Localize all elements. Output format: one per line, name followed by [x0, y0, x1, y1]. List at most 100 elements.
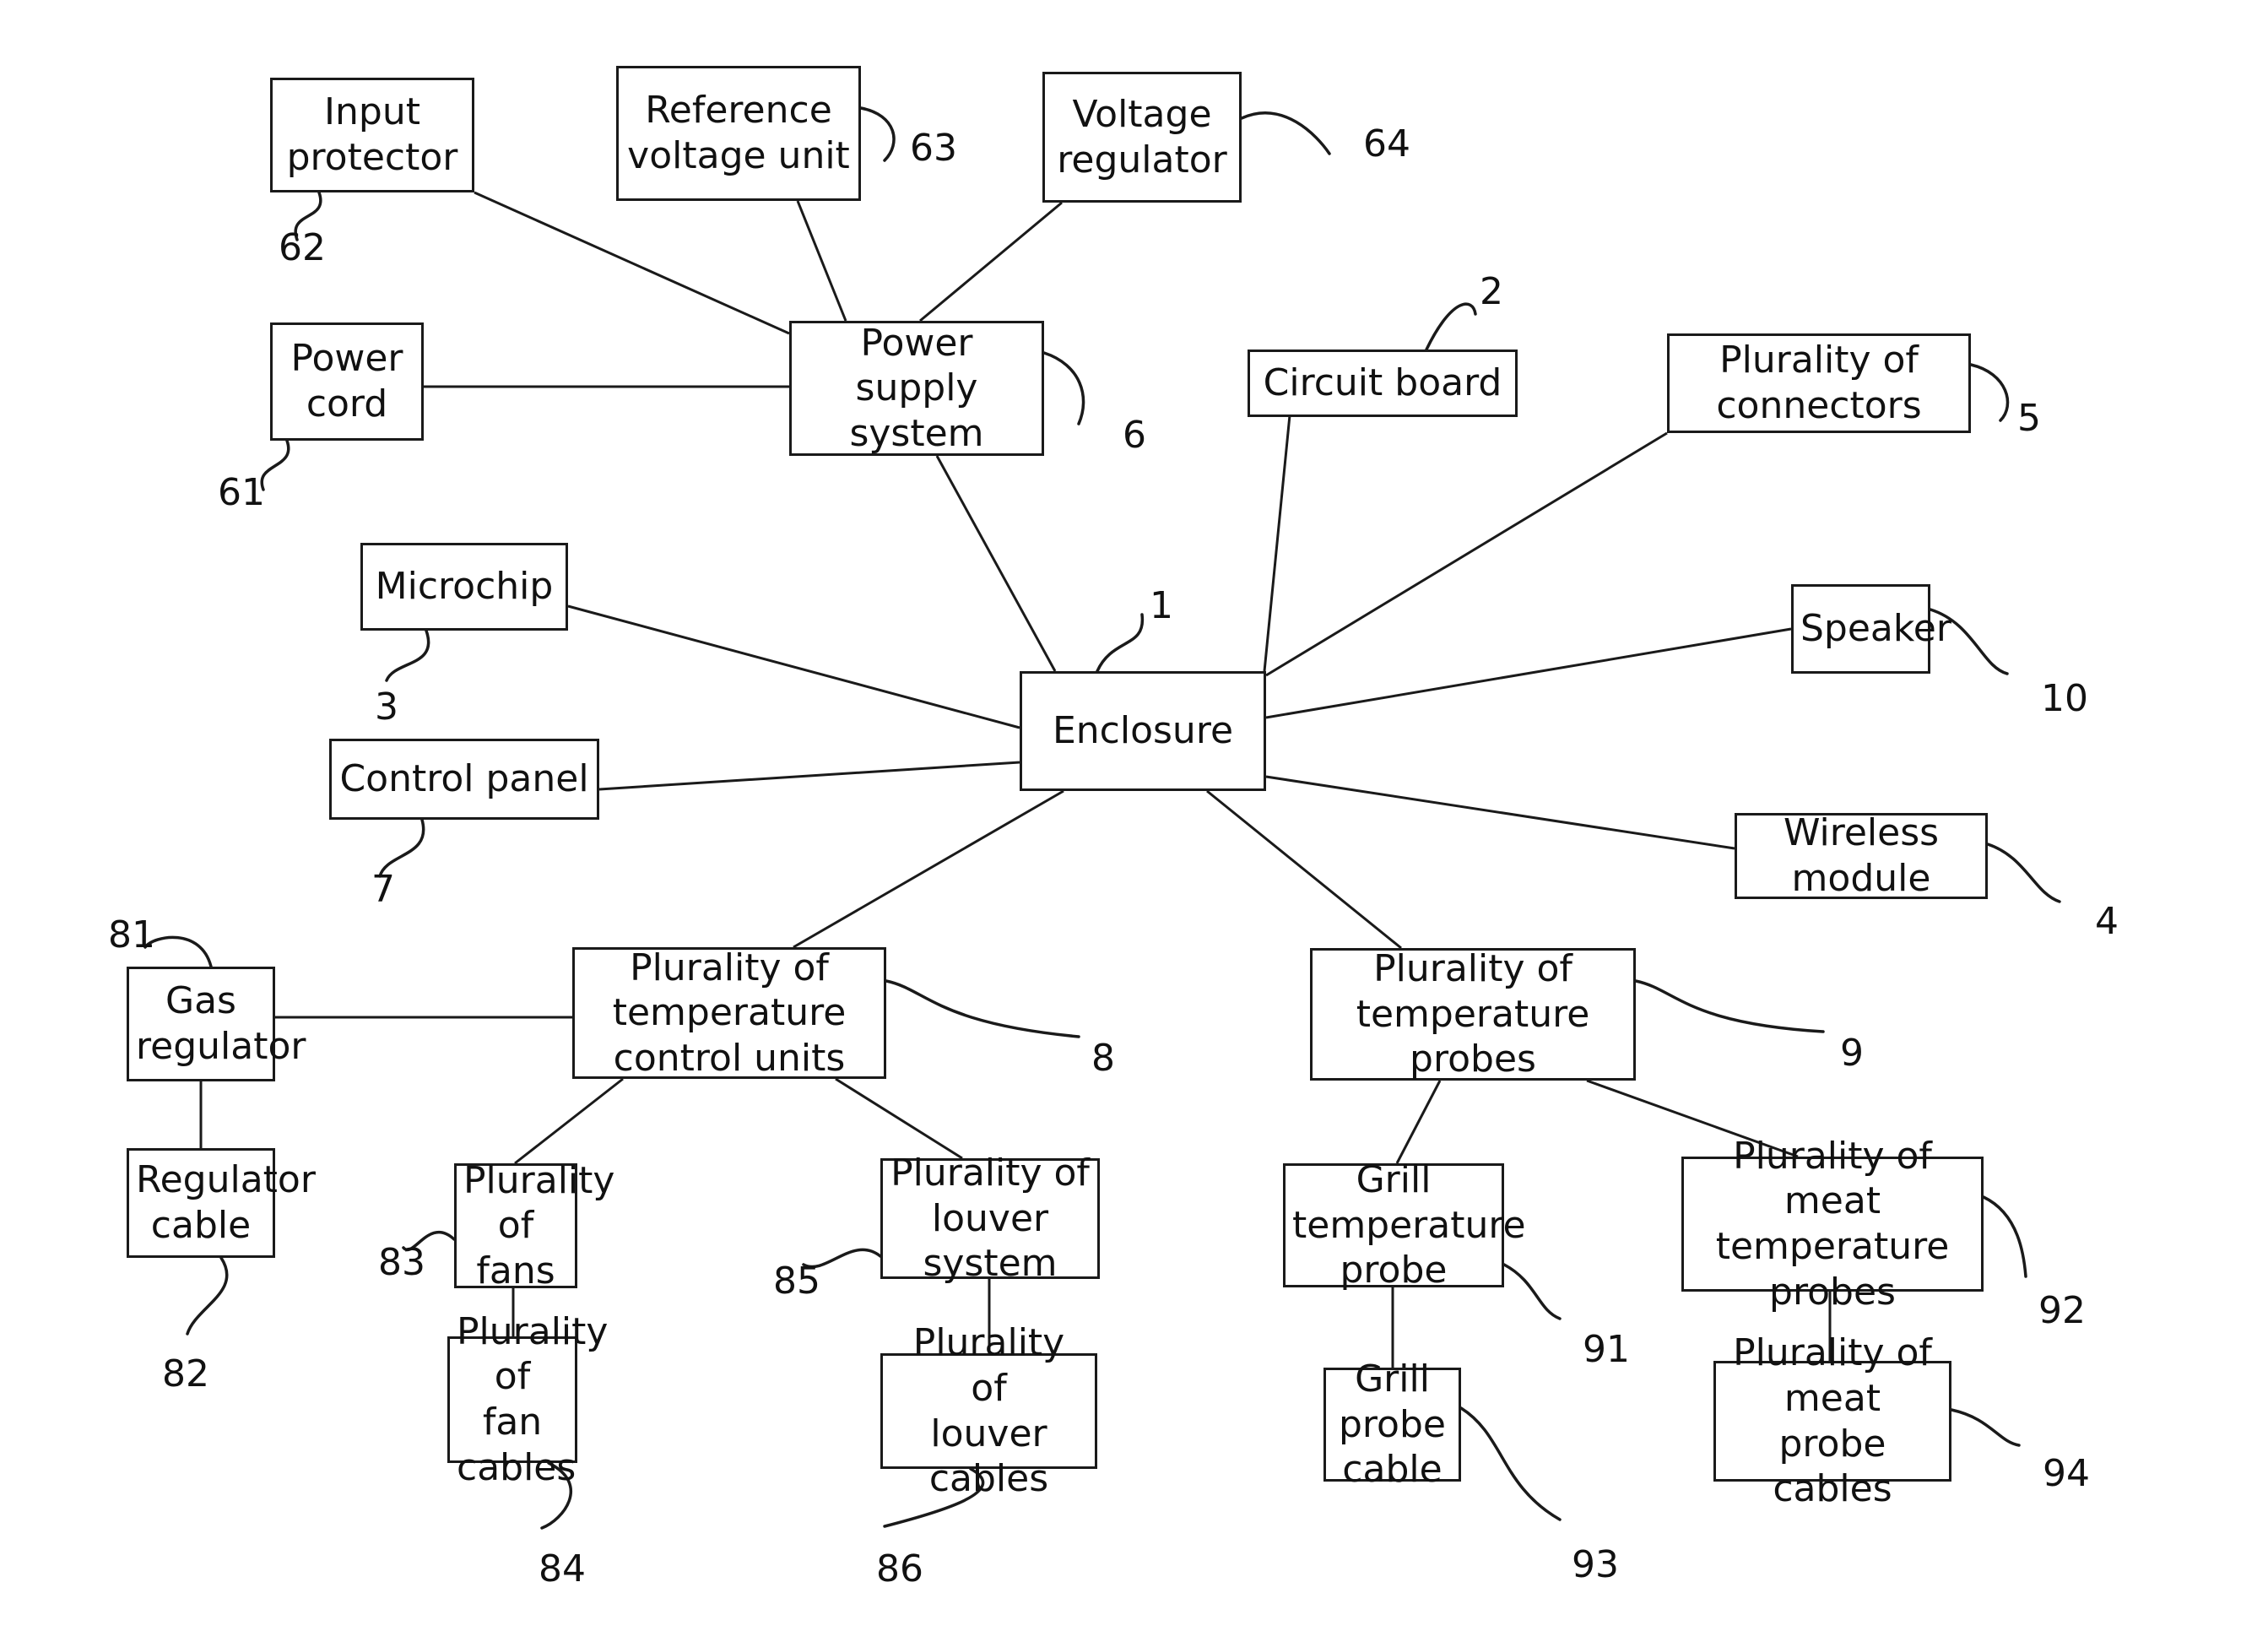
- connector-voltage_regulator-to-power_supply_system: [919, 201, 1063, 322]
- leader-line-4: [1986, 843, 2061, 903]
- reference-number-93: 93: [1572, 1543, 1619, 1586]
- connector-microchip-to-enclosure: [567, 604, 1020, 729]
- block-fan_cables: Plurality of fan cables: [447, 1310, 608, 1489]
- reference-number-2: 2: [1480, 270, 1503, 313]
- connector-wireless_module-to-enclosure: [1265, 775, 1735, 850]
- reference-number-81: 81: [108, 913, 155, 956]
- leader-line-8: [885, 979, 1080, 1038]
- block-label-meat_temp_probes: Plurality of meat temperature probes: [1715, 1134, 1950, 1314]
- block-label-enclosure: Enclosure: [1052, 709, 1234, 753]
- block-temp_control_units: Plurality of temperature control units: [572, 946, 886, 1080]
- block-label-reference_voltage: Reference voltage unit: [627, 89, 850, 177]
- reference-number-86: 86: [876, 1547, 923, 1590]
- block-microchip: Microchip: [360, 543, 568, 631]
- block-gas_regulator: Gas regulator: [127, 967, 306, 1081]
- block-regulator_cable: Regulator cable: [127, 1148, 316, 1258]
- block-label-grill_probe_cable: Grill probe cable: [1339, 1357, 1446, 1492]
- reference-number-91: 91: [1583, 1328, 1630, 1371]
- connector-temp_control_units-to-louver_system: [835, 1077, 963, 1160]
- reference-number-6: 6: [1123, 414, 1146, 457]
- block-plurality_connectors: Plurality of connectors: [1667, 333, 1971, 433]
- reference-number-62: 62: [279, 226, 326, 269]
- connector-temp_probes-to-grill_temp_probe: [1395, 1080, 1442, 1164]
- reference-number-7: 7: [371, 868, 395, 911]
- connector-circuit_board-to-enclosure: [1263, 415, 1291, 672]
- leader-line-82: [186, 1256, 229, 1336]
- reference-number-4: 4: [2095, 900, 2119, 943]
- block-reference_voltage: Reference voltage unit: [616, 66, 861, 201]
- block-grill_temp_probe: Grill temperature probe: [1283, 1158, 1526, 1292]
- block-label-power_cord: Power cord: [290, 337, 403, 425]
- connector-speaker-to-enclosure: [1265, 627, 1792, 719]
- reference-number-3: 3: [375, 685, 398, 729]
- block-meat_probe_cables: Plurality of meat probe cables: [1713, 1331, 1951, 1510]
- reference-number-83: 83: [378, 1241, 425, 1284]
- block-label-voltage_regulator: Voltage regulator: [1057, 92, 1227, 182]
- reference-number-8: 8: [1091, 1037, 1115, 1080]
- block-label-louver_cables: Plurality of louver cables: [912, 1321, 1065, 1501]
- leader-line-2: [1425, 302, 1477, 351]
- reference-number-84: 84: [539, 1547, 586, 1590]
- leader-line-61: [260, 439, 290, 491]
- patent-figure-canvas: Input protector Reference voltage unit Vol…: [0, 0, 2268, 1631]
- leader-line-93: [1459, 1406, 1562, 1521]
- connector-temp_control_units-to-enclosure: [793, 789, 1064, 949]
- connector-reference_voltage-to-power_supply_system: [796, 200, 847, 322]
- block-label-wireless_module: Wireless module: [1783, 811, 1940, 900]
- block-label-speaker: Speaker: [1800, 607, 1951, 651]
- reference-number-5: 5: [2017, 397, 2041, 440]
- block-meat_temp_probes: Plurality of meat temperature probes: [1681, 1135, 1984, 1314]
- block-grill_probe_cable: Grill probe cable: [1323, 1357, 1461, 1491]
- leader-line-5: [1969, 363, 2010, 422]
- block-label-meat_probe_cables: Plurality of meat probe cables: [1733, 1331, 1932, 1511]
- leader-line-1: [1096, 613, 1145, 673]
- reference-number-61: 61: [218, 471, 265, 514]
- connector-control_panel-to-enclosure: [598, 761, 1020, 791]
- block-control_panel: Control panel: [329, 739, 599, 820]
- block-label-control_panel: Control panel: [339, 757, 589, 801]
- block-input_protector: Input protector: [270, 78, 474, 192]
- block-louver_cables: Plurality of louver cables: [880, 1321, 1097, 1500]
- block-label-grill_temp_probe: Grill temperature probe: [1292, 1158, 1526, 1292]
- connector-temp_probes-to-enclosure: [1206, 789, 1402, 950]
- block-louver_system: Plurality of louver system: [880, 1151, 1100, 1285]
- block-power_supply_system: Power supply system: [789, 321, 1044, 456]
- block-label-fan_cables: Plurality of fan cables: [457, 1309, 609, 1489]
- block-circuit_board: Circuit board: [1248, 350, 1518, 417]
- reference-number-94: 94: [2043, 1452, 2090, 1495]
- block-label-temp_probes: Plurality of temperature probes: [1356, 947, 1590, 1081]
- reference-number-63: 63: [910, 127, 957, 170]
- leader-line-94: [1950, 1408, 2021, 1447]
- block-label-louver_system: Plurality of louver system: [890, 1151, 1090, 1286]
- reference-number-82: 82: [162, 1352, 209, 1395]
- reference-number-9: 9: [1840, 1032, 1864, 1075]
- connector-plurality_connectors-to-enclosure: [1265, 431, 1668, 677]
- reference-number-85: 85: [773, 1260, 820, 1303]
- block-label-gas_regulator: Gas regulator: [136, 979, 306, 1068]
- block-label-regulator_cable: Regulator cable: [136, 1158, 316, 1247]
- block-label-temp_control_units: Plurality of temperature control units: [612, 946, 847, 1080]
- reference-number-64: 64: [1363, 122, 1410, 165]
- connector-temp_control_units-to-plurality_fans: [514, 1077, 624, 1165]
- leader-line-91: [1502, 1263, 1562, 1320]
- block-wireless_module: Wireless module: [1735, 811, 1988, 900]
- reference-number-92: 92: [2038, 1289, 2086, 1332]
- block-plurality_fans: Plurality of fans: [454, 1159, 614, 1292]
- leader-line-3: [385, 629, 430, 682]
- reference-number-1: 1: [1150, 584, 1173, 627]
- block-enclosure: Enclosure: [1020, 671, 1266, 791]
- block-speaker: Speaker: [1791, 584, 1951, 674]
- leader-line-63: [859, 106, 896, 162]
- leader-line-6: [1042, 351, 1085, 425]
- block-temp_probes: Plurality of temperature probes: [1310, 947, 1636, 1081]
- block-label-plurality_fans: Plurality of fans: [463, 1158, 615, 1292]
- leader-line-9: [1634, 979, 1825, 1033]
- block-label-plurality_connectors: Plurality of connectors: [1716, 339, 1922, 427]
- block-power_cord: Power cord: [270, 322, 424, 441]
- reference-number-10: 10: [2041, 677, 2088, 720]
- block-label-microchip: Microchip: [375, 565, 554, 609]
- block-label-input_protector: Input protector: [286, 90, 458, 179]
- connector-power_supply_system-to-enclosure: [935, 455, 1057, 672]
- block-voltage_regulator: Voltage regulator: [1042, 72, 1242, 203]
- leader-line-64: [1240, 111, 1331, 155]
